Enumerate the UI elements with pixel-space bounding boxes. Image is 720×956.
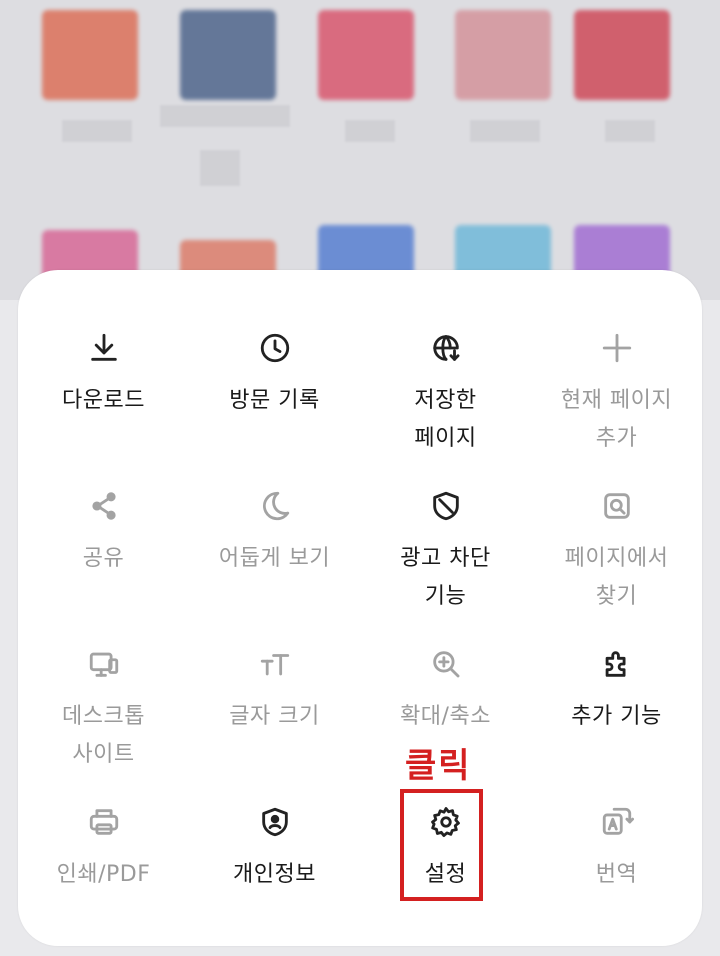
menu-item-label: 광고 차단 기능 <box>400 546 491 609</box>
menu-item-label: 현재 페이지 추가 <box>560 388 673 451</box>
menu-item-label: 다운로드 <box>62 388 145 413</box>
desktop-site-icon <box>84 644 124 684</box>
background-quick-access <box>0 0 720 330</box>
menu-item-label: 페이지에서 찾기 <box>564 546 669 609</box>
share-icon <box>84 486 124 526</box>
saved-page-globe-icon <box>426 328 466 368</box>
click-annotation-label: 클릭 <box>405 746 472 786</box>
plus-icon <box>597 328 637 368</box>
privacy-shield-icon <box>255 802 295 842</box>
menu-item-label: 방문 기록 <box>229 388 320 413</box>
history-clock-icon <box>255 328 295 368</box>
menu-item-desktop-site[interactable]: 데스크톱 사이트 <box>18 616 189 774</box>
puzzle-icon <box>597 644 637 684</box>
menu-item-label: 번역 <box>595 862 638 887</box>
text-size-icon <box>255 644 295 684</box>
zoom-icon <box>426 644 466 684</box>
menu-item-share[interactable]: 공유 <box>18 458 189 616</box>
menu-item-label: 어둡게 보기 <box>218 546 331 571</box>
menu-item-label: 인쇄/PDF <box>56 862 151 887</box>
menu-item-add-current-page[interactable]: 현재 페이지 추가 <box>531 300 702 458</box>
menu-item-dark-mode[interactable]: 어둡게 보기 <box>189 458 360 616</box>
menu-item-text-size[interactable]: 글자 크기 <box>189 616 360 774</box>
menu-item-add-ons[interactable]: 추가 기능 <box>531 616 702 774</box>
menu-item-label: 공유 <box>82 546 125 571</box>
menu-item-label: 저장한 페이지 <box>414 388 477 451</box>
menu-item-history[interactable]: 방문 기록 <box>189 300 360 458</box>
menu-item-saved-pages[interactable]: 저장한 페이지 <box>360 300 531 458</box>
dim-overlay <box>0 0 720 300</box>
menu-item-translate[interactable]: 번역 <box>531 774 702 932</box>
menu-grid: 다운로드 방문 기록 저장한 페이지 현재 페이지 추가 공유 어둡게 보기 광… <box>18 300 702 932</box>
menu-item-label: 글자 크기 <box>229 704 320 729</box>
menu-item-print-pdf[interactable]: 인쇄/PDF <box>18 774 189 932</box>
menu-item-label: 개인정보 <box>233 862 316 887</box>
menu-item-download[interactable]: 다운로드 <box>18 300 189 458</box>
menu-item-label: 확대/축소 <box>400 704 491 729</box>
menu-item-label: 데스크톱 사이트 <box>62 704 145 767</box>
menu-item-privacy[interactable]: 개인정보 <box>189 774 360 932</box>
translate-icon <box>597 802 637 842</box>
print-icon <box>84 802 124 842</box>
download-icon <box>84 328 124 368</box>
menu-item-find-in-page[interactable]: 페이지에서 찾기 <box>531 458 702 616</box>
shield-block-icon <box>426 486 466 526</box>
settings-highlight-box <box>400 789 483 901</box>
menu-item-label: 추가 기능 <box>571 704 662 729</box>
find-in-page-icon <box>597 486 637 526</box>
menu-item-ad-block[interactable]: 광고 차단 기능 <box>360 458 531 616</box>
moon-icon <box>255 486 295 526</box>
